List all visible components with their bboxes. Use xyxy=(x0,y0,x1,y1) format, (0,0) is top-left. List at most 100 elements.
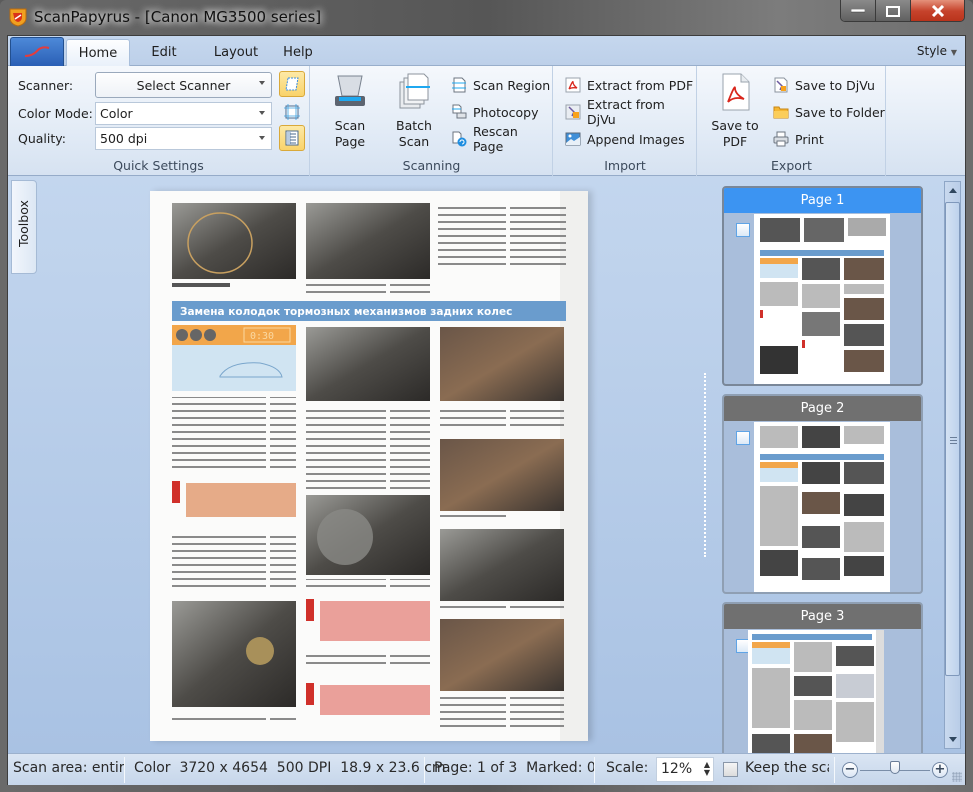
page-thumbnail-image xyxy=(754,214,890,384)
scale-value: 12% xyxy=(661,761,693,777)
close-icon xyxy=(931,5,944,17)
quality-select[interactable]: 500 dpi xyxy=(95,127,272,150)
photocopy-icon xyxy=(452,104,467,119)
tab-layout-label: Layout xyxy=(213,45,259,60)
tab-edit[interactable]: Edit xyxy=(139,39,189,66)
save-to-folder-button[interactable]: Save to Folder xyxy=(773,102,885,122)
tab-home[interactable]: Home xyxy=(66,39,130,67)
rescan-icon xyxy=(452,131,467,147)
app-logo-icon xyxy=(9,8,27,27)
zoom-out-icon[interactable]: − xyxy=(842,762,858,778)
scanner-select[interactable]: Select Scanner xyxy=(95,72,272,98)
group-label-scanning: Scanning xyxy=(402,158,461,173)
tab-layout[interactable]: Layout xyxy=(204,39,268,66)
page-thumbnail[interactable]: Page 3 xyxy=(722,602,923,762)
rescan-page-label: Rescan Page xyxy=(473,124,518,154)
toolbox-tab[interactable]: Toolbox xyxy=(11,180,37,274)
scanner-label: Scanner: xyxy=(18,78,74,93)
minimize-icon xyxy=(851,9,865,13)
tab-edit-label: Edit xyxy=(151,45,177,60)
toolbox-label: Toolbox xyxy=(16,200,31,247)
append-images-button[interactable]: Append Images xyxy=(565,129,685,149)
rescan-page-button[interactable]: Rescan Page xyxy=(451,124,552,154)
time-badge: 0:30 xyxy=(250,331,274,342)
page-preview[interactable]: Замена колодок тормозных механизмов задн… xyxy=(150,191,588,741)
document-lines-icon xyxy=(285,130,299,146)
pdf-document-icon xyxy=(722,73,750,111)
group-import: Extract from PDF Extract from DjVu Appen… xyxy=(554,66,697,176)
extract-from-djvu-button[interactable]: Extract from DjVu xyxy=(565,97,696,127)
text-mode-toggle-button[interactable] xyxy=(279,125,305,151)
extract-from-djvu-label: Extract from DjVu xyxy=(587,97,665,127)
scanner-select-value: Select Scanner xyxy=(136,77,231,93)
minimize-button[interactable] xyxy=(841,0,876,21)
page-mark-checkbox[interactable] xyxy=(736,431,750,445)
batch-scan-button[interactable]: Batch Scan xyxy=(389,72,439,150)
scroll-down-icon[interactable] xyxy=(949,737,957,742)
save-to-djvu-button[interactable]: Save to DjVu xyxy=(773,75,875,95)
work-area: Toolbox Замена колодок тормозных механиз… xyxy=(8,177,965,762)
page-mark-checkbox[interactable] xyxy=(736,223,750,237)
quality-label: Quality: xyxy=(18,131,66,146)
status-divider xyxy=(424,757,425,783)
close-button[interactable] xyxy=(911,0,964,21)
scan-region-button[interactable]: Scan Region xyxy=(451,75,550,95)
dropdown-arrow-icon xyxy=(259,81,265,85)
page-thumbnail-title: Page 3 xyxy=(724,604,921,629)
folder-icon xyxy=(773,106,789,119)
photo xyxy=(440,439,564,511)
save-to-pdf-button[interactable]: Save to PDF xyxy=(706,72,764,150)
scroll-up-icon[interactable] xyxy=(949,188,957,193)
client-area: Home Edit Layout Help Style ▼ Scanner: S… xyxy=(7,35,966,785)
tab-home-label: Home xyxy=(78,46,118,61)
page-thumbnail[interactable]: Page 1 xyxy=(722,186,923,386)
photo xyxy=(172,203,296,279)
page-3-preview-icon xyxy=(748,630,884,760)
image-icon xyxy=(565,132,581,146)
page-thumbnail-title: Page 1 xyxy=(724,188,921,213)
extract-from-pdf-button[interactable]: Extract from PDF xyxy=(565,75,693,95)
crop-toggle-button[interactable] xyxy=(279,99,305,125)
group-scanning: Scan Page Batch Scan Scan Region Photoco… xyxy=(311,66,553,176)
spin-arrows-icon[interactable]: ▲ ▼ xyxy=(704,761,710,777)
style-menu[interactable]: Style ▼ xyxy=(917,44,957,58)
page-2-preview-icon xyxy=(754,422,890,592)
deskew-toggle-button[interactable] xyxy=(279,71,305,97)
scan-region-label: Scan Region xyxy=(473,77,551,93)
page-thumbnail-title: Page 2 xyxy=(724,396,921,421)
status-divider xyxy=(594,757,595,783)
color-mode-select[interactable]: Color xyxy=(95,102,272,125)
batch-pages-icon xyxy=(399,73,430,109)
pdf-icon xyxy=(565,77,581,93)
tab-help[interactable]: Help xyxy=(276,39,320,66)
application-menu-button[interactable] xyxy=(10,37,64,67)
group-label-export: Export xyxy=(771,158,812,173)
keep-scale-checkbox[interactable] xyxy=(723,762,738,777)
scan-page-button[interactable]: Scan Page xyxy=(325,72,375,150)
save-to-djvu-label: Save to DjVu xyxy=(795,77,875,93)
style-menu-label: Style xyxy=(916,44,948,58)
photo xyxy=(306,203,430,279)
thumbnails-scrollbar[interactable] xyxy=(944,181,961,749)
resize-grip-icon[interactable] xyxy=(952,772,962,782)
page-label: Page 1 xyxy=(800,193,845,208)
page-thumbnail[interactable]: Page 2 xyxy=(722,394,923,594)
panel-splitter[interactable] xyxy=(704,373,706,557)
zoom-slider-knob[interactable] xyxy=(890,761,900,774)
scrollbar-thumb[interactable] xyxy=(945,202,960,676)
page-label: Page 3 xyxy=(800,609,845,624)
page-info-status: Page: 1 of 3 Marked: 0 xyxy=(434,760,596,776)
zoom-in-icon[interactable]: + xyxy=(932,762,948,778)
photocopy-button[interactable]: Photocopy xyxy=(451,102,539,122)
print-button[interactable]: Print xyxy=(773,129,824,149)
maximize-button[interactable] xyxy=(876,0,911,21)
title-bar[interactable]: ScanPapyrus - [Canon MG3500 series] xyxy=(0,0,973,36)
ribbon: Scanner: Select Scanner Color Mode: Colo… xyxy=(8,66,965,176)
page-label: Page 2 xyxy=(800,401,845,416)
zoom-slider[interactable]: − + xyxy=(842,760,952,780)
scanned-page-image: Замена колодок тормозных механизмов задн… xyxy=(150,191,588,741)
status-divider xyxy=(124,757,125,783)
scale-spinbox[interactable]: 12% ▲ ▼ xyxy=(656,757,714,782)
scan-page-label: Scan Page xyxy=(334,118,366,149)
append-images-label: Append Images xyxy=(587,131,685,147)
